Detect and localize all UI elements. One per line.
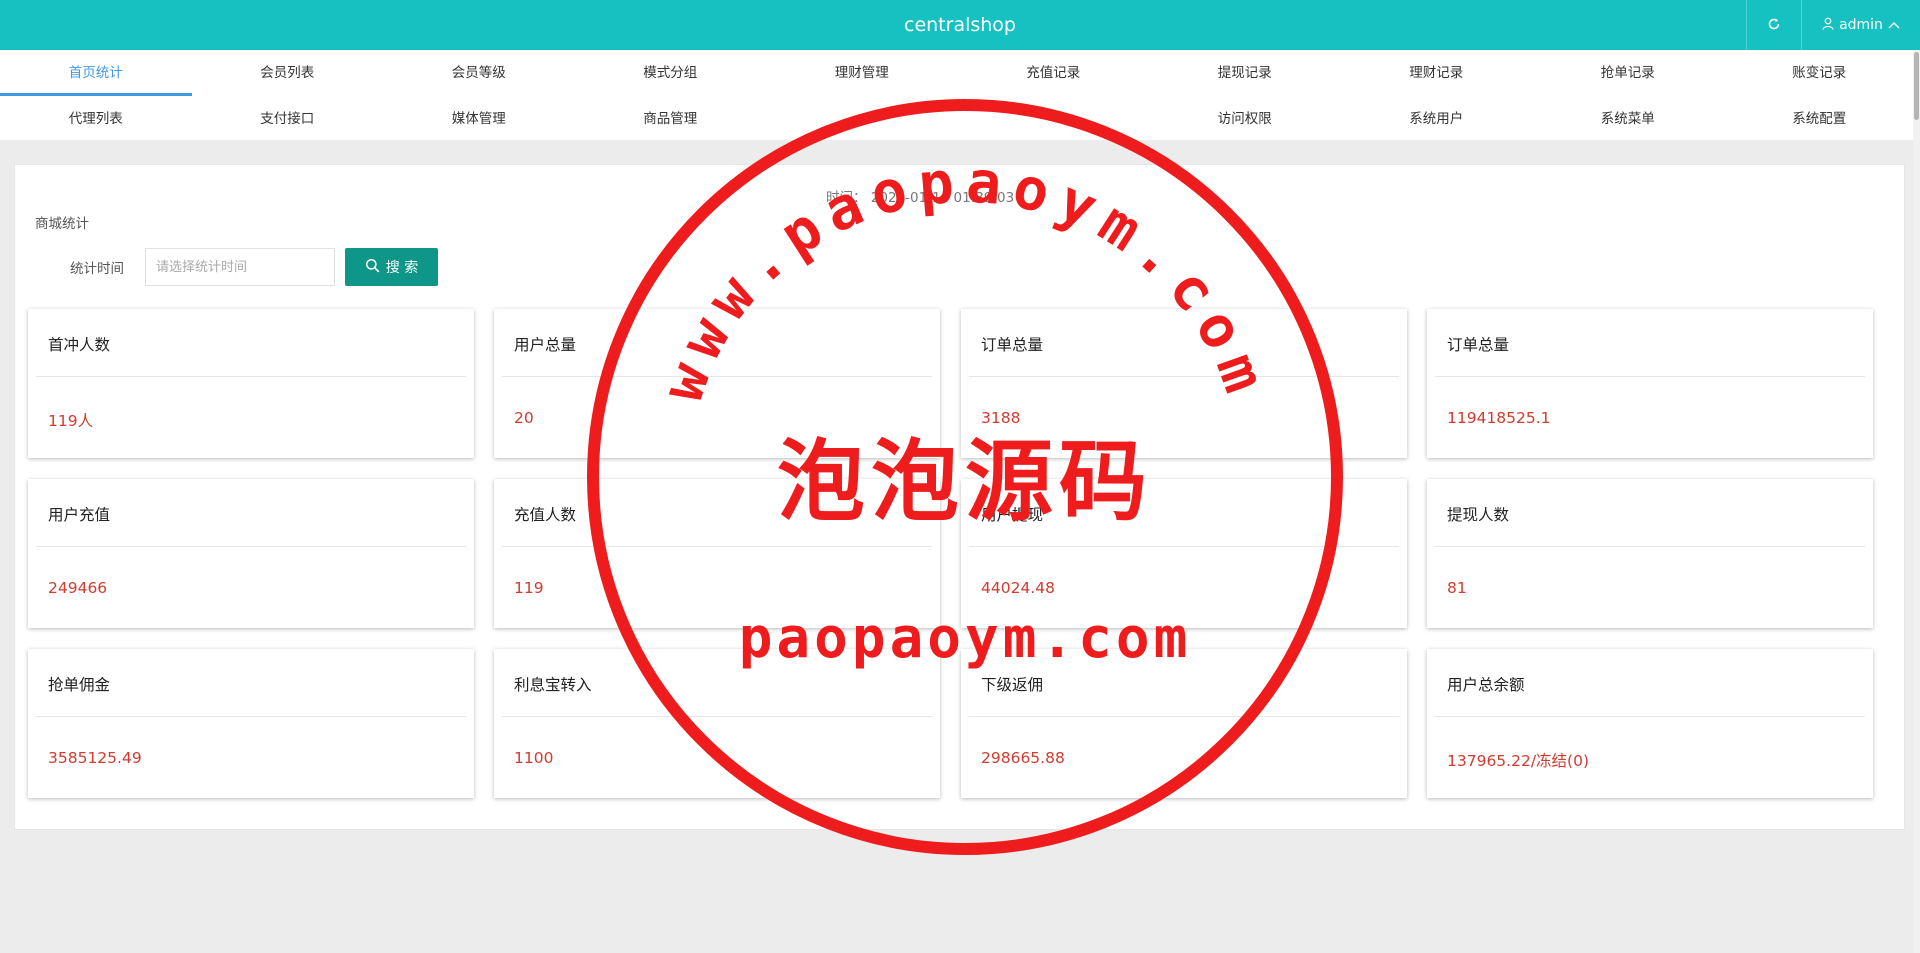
stat-card-value: 3188 — [981, 409, 1021, 427]
divider — [1435, 546, 1865, 547]
username: admin — [1839, 17, 1883, 33]
scrollbar[interactable] — [1913, 50, 1920, 953]
update-time-value: 2025-01-14 01:39:03 — [870, 190, 1015, 206]
stat-card-value: 81 — [1447, 579, 1467, 597]
nav-item-system-menu[interactable]: 系统菜单 — [1532, 96, 1724, 142]
stat-card: 下级返佣 298665.88 — [961, 649, 1407, 798]
stat-card-title: 首冲人数 — [48, 336, 111, 354]
stat-card: 用户总量 20 — [494, 309, 940, 458]
chevron-up-icon — [1888, 17, 1900, 33]
nav-item-mode-groups[interactable]: 模式分组 — [575, 50, 767, 96]
filter-label: 统计时间 — [70, 261, 124, 277]
stat-card-title: 订单总量 — [981, 336, 1044, 354]
nav-item-system-users[interactable]: 系统用户 — [1341, 96, 1533, 142]
divider — [969, 376, 1399, 377]
scrollbar-thumb[interactable] — [1914, 52, 1919, 120]
nav-item-media[interactable]: 媒体管理 — [383, 96, 575, 142]
nav-item-agents[interactable]: 代理列表 — [0, 96, 192, 142]
nav-item-system-config[interactable]: 系统配置 — [1724, 96, 1916, 142]
nav-item-dashboard[interactable]: 首页统计 — [0, 50, 192, 96]
stat-card-title: 订单总量 — [1447, 336, 1510, 354]
update-time-label: 时间： — [826, 190, 867, 206]
divider — [1435, 376, 1865, 377]
divider — [502, 716, 932, 717]
stat-card: 首冲人数 119人 — [28, 309, 474, 458]
stat-card: 用户总余额 137965.22/冻结(0) — [1427, 649, 1873, 798]
stat-card-title: 用户总量 — [514, 336, 577, 354]
divider — [502, 376, 932, 377]
stat-card: 抢单佣金 3585125.49 — [28, 649, 474, 798]
nav-item-withdraw[interactable]: 提现记录 — [1149, 50, 1341, 96]
divider — [36, 716, 466, 717]
stat-card-title: 抢单佣金 — [48, 676, 111, 694]
nav-item-member-levels[interactable]: 会员等级 — [383, 50, 575, 96]
divider — [969, 546, 1399, 547]
stat-card-title: 下级返佣 — [981, 676, 1044, 694]
stat-card-value: 298665.88 — [981, 749, 1065, 767]
nav-item-obscured-6[interactable] — [958, 96, 1150, 142]
update-time: 时间： 2025-01-14 01:39:03 — [826, 186, 1014, 206]
search-icon — [365, 258, 380, 277]
nav-item-obscured-5[interactable] — [766, 96, 958, 142]
main-nav: 首页统计 会员列表 会员等级 模式分组 理财管理 充值记录 提现记录 理财记录 … — [0, 50, 1920, 140]
stat-card: 充值人数 119 — [494, 479, 940, 628]
stat-card-value: 119人 — [48, 412, 94, 430]
nav-item-balance-changes[interactable]: 账变记录 — [1724, 50, 1916, 96]
stat-card-value: 119418525.1 — [1447, 409, 1551, 427]
divider — [969, 716, 1399, 717]
nav-row-1: 首页统计 会员列表 会员等级 模式分组 理财管理 充值记录 提现记录 理财记录 … — [0, 50, 1920, 96]
stat-card-value: 20 — [514, 409, 534, 427]
user-menu[interactable]: admin — [1802, 0, 1920, 50]
stat-card: 提现人数 81 — [1427, 479, 1873, 628]
divider — [36, 546, 466, 547]
stat-card-value: 3585125.49 — [48, 749, 142, 767]
user-icon — [1822, 17, 1834, 34]
stat-card-title: 用户总余额 — [1447, 676, 1525, 694]
stat-card-value: 119 — [514, 579, 544, 597]
stat-card: 用户充值 249466 — [28, 479, 474, 628]
date-filter-input[interactable] — [145, 248, 335, 286]
stat-card: 利息宝转入 1100 — [494, 649, 940, 798]
stat-card-value: 1100 — [514, 749, 554, 767]
divider — [1435, 716, 1865, 717]
refresh-icon — [1767, 16, 1781, 35]
search-button-label: 搜 索 — [385, 260, 419, 276]
app-title: centralshop — [904, 14, 1016, 36]
top-header: centralshop admin — [0, 0, 1920, 50]
stat-card-title: 用户提现 — [981, 506, 1044, 524]
nav-item-payment[interactable]: 支付接口 — [192, 96, 384, 142]
nav-item-products[interactable]: 商品管理 — [575, 96, 767, 142]
stat-card-title: 用户充值 — [48, 506, 111, 524]
nav-item-finance-records[interactable]: 理财记录 — [1341, 50, 1533, 96]
nav-item-finance[interactable]: 理财管理 — [766, 50, 958, 96]
stat-card: 用户提现 44024.48 — [961, 479, 1407, 628]
divider — [502, 546, 932, 547]
nav-row-2: 代理列表 支付接口 媒体管理 商品管理 访问权限 系统用户 系统菜单 系统配置 — [0, 96, 1920, 142]
nav-item-recharge[interactable]: 充值记录 — [958, 50, 1150, 96]
nav-item-members[interactable]: 会员列表 — [192, 50, 384, 96]
nav-item-orders[interactable]: 抢单记录 — [1532, 50, 1724, 96]
stat-card-value: 137965.22/冻结(0) — [1447, 752, 1589, 770]
refresh-button[interactable] — [1746, 0, 1802, 50]
search-button[interactable]: 搜 索 — [345, 248, 438, 286]
stat-card-value: 249466 — [48, 579, 108, 597]
stat-card-title: 充值人数 — [514, 506, 577, 524]
nav-item-access[interactable]: 访问权限 — [1149, 96, 1341, 142]
panel-title: 商城统计 — [35, 216, 89, 232]
stat-card: 订单总量 3188 — [961, 309, 1407, 458]
stat-card-title: 利息宝转入 — [514, 676, 592, 694]
stat-card-title: 提现人数 — [1447, 506, 1510, 524]
divider — [36, 376, 466, 377]
stat-card: 订单总量 119418525.1 — [1427, 309, 1873, 458]
stat-card-value: 44024.48 — [981, 579, 1055, 597]
